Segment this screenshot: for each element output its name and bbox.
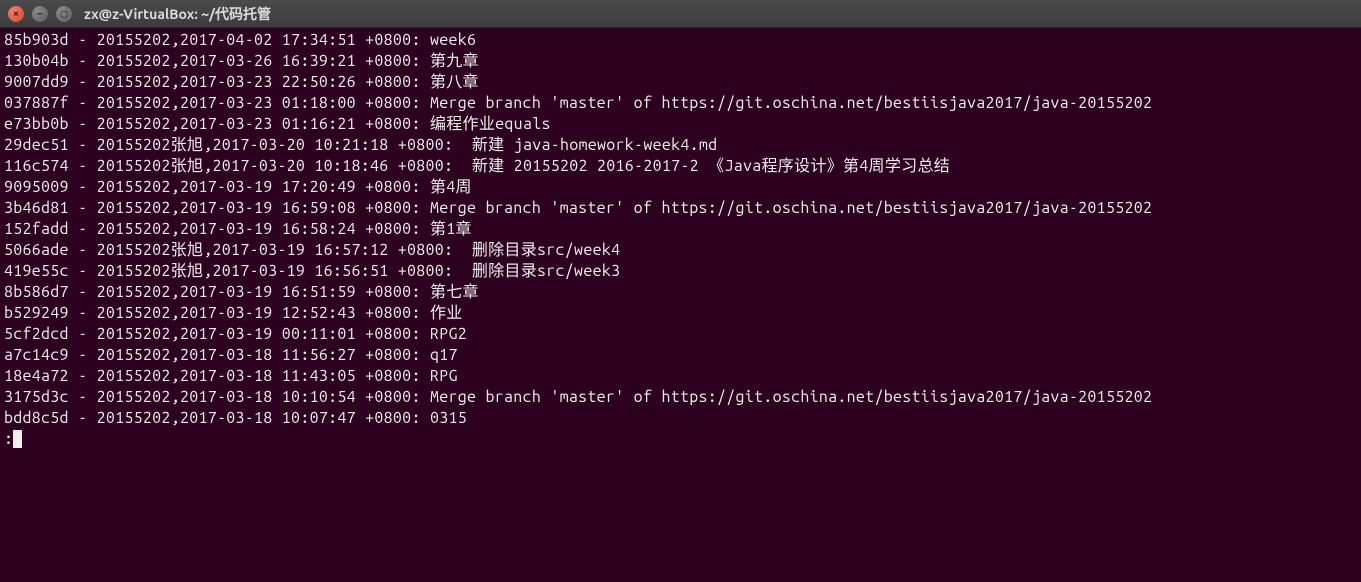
window-buttons: × − ▢ <box>8 6 72 22</box>
pager-prompt[interactable]: : <box>4 429 1357 450</box>
cursor <box>13 430 22 448</box>
terminal-output[interactable]: 85b903d - 20155202,2017-04-02 17:34:51 +… <box>0 28 1361 452</box>
close-icon[interactable]: × <box>8 6 24 22</box>
window-title: zx@z-VirtualBox: ~/代码托管 <box>84 4 271 24</box>
titlebar: × − ▢ zx@z-VirtualBox: ~/代码托管 <box>0 0 1361 28</box>
minimize-icon[interactable]: − <box>32 6 48 22</box>
maximize-icon[interactable]: ▢ <box>56 6 72 22</box>
git-log-lines: 85b903d - 20155202,2017-04-02 17:34:51 +… <box>4 31 1152 427</box>
prompt-symbol: : <box>4 429 13 450</box>
